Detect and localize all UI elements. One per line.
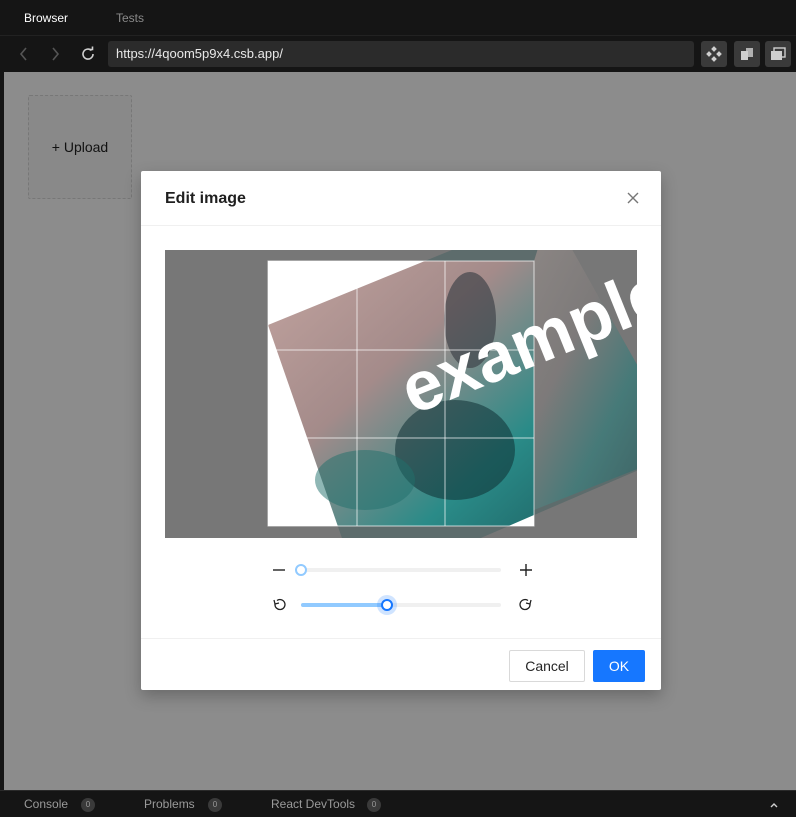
address-bar-row: https://4qoom5p9x4.csb.app/ [0, 36, 796, 72]
plus-icon[interactable] [519, 560, 533, 580]
console-count-badge: 0 [81, 798, 95, 812]
chevron-up-icon[interactable] [768, 798, 780, 810]
modal-footer: Cancel OK [141, 638, 661, 690]
edit-image-modal: Edit image example Cancel OK [141, 171, 661, 690]
console-tab[interactable]: Console [24, 791, 68, 817]
modal-header: Edit image [141, 171, 661, 226]
minus-icon[interactable] [272, 560, 286, 580]
zoom-slider-handle[interactable] [295, 564, 307, 576]
devtools-icon[interactable] [701, 41, 727, 67]
forward-icon[interactable] [45, 44, 65, 64]
tab-browser[interactable]: Browser [24, 0, 68, 36]
rotate-slider-handle[interactable] [381, 599, 393, 611]
close-icon[interactable] [625, 190, 641, 206]
image-cropper[interactable]: example [165, 250, 637, 538]
url-input[interactable]: https://4qoom5p9x4.csb.app/ [108, 41, 694, 67]
tab-tests[interactable]: Tests [116, 0, 144, 36]
problems-tab[interactable]: Problems [144, 791, 195, 817]
zoom-control [268, 560, 533, 580]
copy-icon[interactable] [734, 41, 760, 67]
rotate-slider-track [301, 603, 387, 607]
devtools-bar: Console 0 Problems 0 React DevTools 0 [0, 790, 796, 817]
ok-button[interactable]: OK [593, 650, 645, 682]
rotate-left-icon[interactable] [272, 595, 286, 615]
back-icon[interactable] [14, 44, 34, 64]
react-devtools-count-badge: 0 [367, 798, 381, 812]
rotate-control [268, 595, 533, 615]
zoom-slider-rail[interactable] [301, 568, 501, 572]
cropped-image: example [267, 250, 637, 538]
cancel-button[interactable]: Cancel [509, 650, 585, 682]
react-devtools-tab[interactable]: React DevTools [271, 791, 355, 817]
windows-icon[interactable] [765, 41, 791, 67]
preview-viewport: + Upload Edit image example Cancel OK [4, 72, 796, 790]
modal-title: Edit image [165, 190, 246, 207]
refresh-icon[interactable] [78, 44, 98, 64]
browser-tab-bar: Browser Tests [0, 0, 796, 36]
problems-count-badge: 0 [208, 798, 222, 812]
rotate-right-icon[interactable] [519, 595, 533, 615]
